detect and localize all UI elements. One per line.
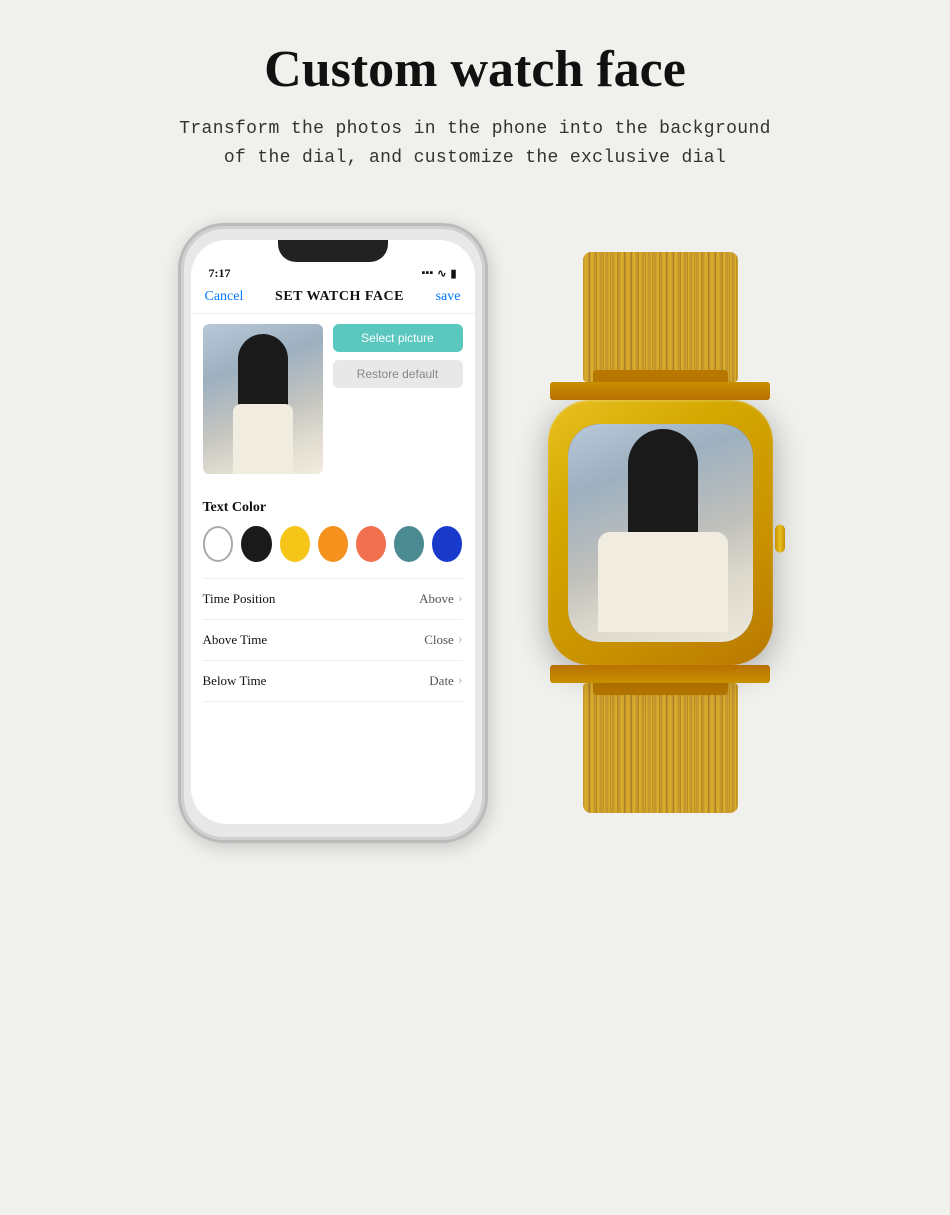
watch-band-bottom — [583, 683, 738, 813]
watch-band-top — [583, 252, 738, 382]
watch-person-body — [598, 532, 728, 632]
settings-row-label: Below Time — [203, 673, 267, 689]
person-silhouette — [223, 334, 303, 474]
page-title: Custom watch face — [264, 40, 686, 99]
settings-row[interactable]: Time Position Above› — [203, 579, 463, 620]
photo-buttons-row: Select picture Restore default — [203, 324, 463, 486]
band-connector-bottom — [550, 665, 770, 683]
settings-value-text: Close — [424, 632, 454, 648]
watch-body — [548, 400, 773, 665]
color-circle-peach[interactable] — [356, 526, 386, 562]
settings-list: Time PositionAbove›Above TimeClose›Below… — [203, 578, 463, 702]
color-circle-blue[interactable] — [432, 526, 462, 562]
page-subtitle: Transform the photos in the phone into t… — [179, 115, 771, 173]
select-picture-button[interactable]: Select picture — [333, 324, 463, 352]
settings-row[interactable]: Above Time Close› — [203, 620, 463, 661]
phone-content: Select picture Restore default Text Colo… — [191, 314, 475, 824]
wifi-icon: ∿ — [437, 267, 446, 280]
devices-row: 7:17 ▪▪▪ ∿ ▮ Cancel SET WATCH FACE save — [20, 223, 930, 843]
body-shape — [233, 404, 293, 474]
restore-default-button[interactable]: Restore default — [333, 360, 463, 388]
chevron-right-icon: › — [458, 591, 463, 607]
band-connector-top — [550, 382, 770, 400]
photo-preview — [203, 324, 323, 474]
color-circle-white[interactable] — [203, 526, 234, 562]
color-circle-teal[interactable] — [394, 526, 424, 562]
settings-value-text: Date — [429, 673, 454, 689]
settings-row-value: Close› — [424, 632, 462, 648]
cancel-button[interactable]: Cancel — [205, 289, 244, 305]
text-color-label: Text Color — [203, 500, 463, 516]
phone-time: 7:17 — [209, 266, 231, 281]
color-circle-orange[interactable] — [318, 526, 348, 562]
save-button[interactable]: save — [436, 289, 461, 305]
phone-screen: 7:17 ▪▪▪ ∿ ▮ Cancel SET WATCH FACE save — [191, 240, 475, 824]
settings-row-label: Above Time — [203, 632, 268, 648]
settings-row-value: Date› — [429, 673, 462, 689]
watch-screen-photo — [568, 424, 753, 642]
screen-title: SET WATCH FACE — [275, 289, 404, 305]
settings-value-text: Above — [419, 591, 454, 607]
watch-device — [548, 252, 773, 813]
chevron-right-icon: › — [458, 632, 463, 648]
status-icons: ▪▪▪ ∿ ▮ — [422, 267, 457, 280]
color-circle-black[interactable] — [241, 526, 271, 562]
settings-row-label: Time Position — [203, 591, 276, 607]
phone-header: Cancel SET WATCH FACE save — [191, 283, 475, 314]
color-circle-yellow[interactable] — [280, 526, 310, 562]
phone-notch — [278, 240, 388, 262]
chevron-right-icon: › — [458, 673, 463, 689]
color-circles — [203, 526, 463, 562]
phone-device: 7:17 ▪▪▪ ∿ ▮ Cancel SET WATCH FACE save — [178, 223, 488, 843]
battery-icon: ▮ — [450, 267, 456, 280]
settings-row[interactable]: Below Time Date› — [203, 661, 463, 702]
action-buttons: Select picture Restore default — [333, 324, 463, 472]
watch-crown — [775, 524, 785, 552]
signal-icon: ▪▪▪ — [422, 267, 434, 279]
watch-screen — [568, 424, 753, 642]
settings-row-value: Above› — [419, 591, 462, 607]
